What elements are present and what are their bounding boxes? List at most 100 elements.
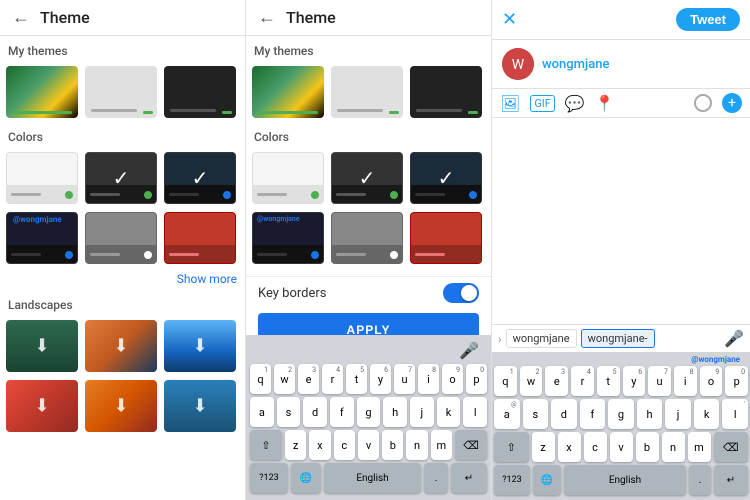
- key-d-p2[interactable]: d: [303, 397, 327, 427]
- p3-key-w[interactable]: w2: [520, 366, 543, 396]
- custom-theme-cell-3[interactable]: [164, 66, 236, 118]
- landscape-cell-4[interactable]: ⬇: [6, 380, 78, 432]
- p3-key-k[interactable]: k: [694, 399, 720, 429]
- p3-key-g[interactable]: g: [608, 399, 634, 429]
- key-k-p2[interactable]: k: [437, 397, 461, 427]
- p3-key-l[interactable]: l': [722, 399, 748, 429]
- tweet-button[interactable]: Tweet: [676, 8, 740, 31]
- message-icon[interactable]: 💬: [565, 94, 585, 113]
- p3-key-x[interactable]: x: [558, 432, 581, 462]
- key-enter-p2[interactable]: ↵: [451, 463, 487, 493]
- key-y-p2[interactable]: y6: [370, 364, 391, 394]
- key-borders-toggle[interactable]: [443, 283, 479, 303]
- p2-custom-theme-3[interactable]: [410, 66, 482, 118]
- landscape-cell-1[interactable]: ⬇: [6, 320, 78, 372]
- p3-key-shift[interactable]: ⇧: [494, 432, 529, 462]
- p2-color-white[interactable]: [252, 152, 324, 204]
- p2-color-dark[interactable]: ✓: [331, 152, 403, 204]
- key-i-p2[interactable]: i8: [418, 364, 439, 394]
- key-n-p2[interactable]: n: [406, 430, 427, 460]
- key-v-p2[interactable]: v: [358, 430, 379, 460]
- p3-key-z[interactable]: z: [532, 432, 555, 462]
- mic-icon-p2[interactable]: 🎤: [250, 341, 487, 360]
- p3-key-d[interactable]: d: [551, 399, 577, 429]
- show-more-link[interactable]: Show more: [0, 268, 245, 290]
- p3-key-q[interactable]: q1: [494, 366, 517, 396]
- color-theme-dark-blue[interactable]: ✓: [164, 152, 236, 204]
- p3-key-u[interactable]: u7: [648, 366, 671, 396]
- key-num-p2[interactable]: ?123: [250, 463, 288, 493]
- key-b-p2[interactable]: b: [382, 430, 403, 460]
- key-c-p2[interactable]: c: [334, 430, 355, 460]
- key-u-p2[interactable]: u7: [394, 364, 415, 394]
- suggestion-2[interactable]: wongmjane-: [581, 329, 655, 348]
- key-l-p2[interactable]: l: [463, 397, 487, 427]
- key-j-p2[interactable]: j: [410, 397, 434, 427]
- close-icon[interactable]: ✕: [502, 9, 517, 30]
- key-g-p2[interactable]: g: [357, 397, 381, 427]
- key-t-p2[interactable]: t5: [346, 364, 367, 394]
- image-icon[interactable]: 🖼: [500, 94, 520, 113]
- p2-color-custom1[interactable]: @wongmjane: [252, 212, 324, 264]
- p3-key-globe[interactable]: 🌐: [533, 465, 561, 495]
- p3-key-enter[interactable]: ↵: [714, 465, 748, 495]
- key-w-p2[interactable]: w2: [274, 364, 295, 394]
- p2-custom-theme-1[interactable]: [252, 66, 324, 118]
- key-a-p2[interactable]: a: [250, 397, 274, 427]
- p3-key-del[interactable]: ⌫: [714, 432, 749, 462]
- add-tweet-button[interactable]: +: [722, 93, 742, 113]
- p3-key-i[interactable]: i8: [674, 366, 697, 396]
- color-theme-red[interactable]: [164, 212, 236, 264]
- key-o-p2[interactable]: o9: [442, 364, 463, 394]
- key-f-p2[interactable]: f: [330, 397, 354, 427]
- p3-key-v[interactable]: v: [610, 432, 633, 462]
- p2-color-gray[interactable]: [331, 212, 403, 264]
- key-dot-p2[interactable]: .: [424, 463, 448, 493]
- p3-key-f[interactable]: f: [580, 399, 606, 429]
- p3-key-num[interactable]: ?123: [494, 465, 530, 495]
- gif-icon[interactable]: GIF: [530, 95, 555, 112]
- p2-custom-theme-2[interactable]: [331, 66, 403, 118]
- p3-key-e[interactable]: e3: [545, 366, 568, 396]
- landscape-cell-6[interactable]: ⬇: [164, 380, 236, 432]
- p3-key-c[interactable]: c: [584, 432, 607, 462]
- p3-key-space[interactable]: English: [564, 465, 686, 495]
- p3-key-h[interactable]: h: [637, 399, 663, 429]
- suggestion-1[interactable]: wongmjane: [506, 329, 577, 348]
- back-icon-2[interactable]: ←: [258, 7, 276, 28]
- color-theme-custom1[interactable]: @wongmjane: [6, 212, 78, 264]
- p3-key-y[interactable]: y6: [623, 366, 646, 396]
- key-shift-p2[interactable]: ⇧: [250, 430, 282, 460]
- key-q-p2[interactable]: q1: [250, 364, 271, 394]
- custom-theme-cell-1[interactable]: [6, 66, 78, 118]
- p3-key-n[interactable]: n: [662, 432, 685, 462]
- p3-key-a[interactable]: a@: [494, 399, 520, 429]
- landscape-cell-3[interactable]: ⬇: [164, 320, 236, 372]
- location-icon[interactable]: 📍: [595, 94, 615, 113]
- color-theme-white[interactable]: [6, 152, 78, 204]
- p3-key-s[interactable]: s: [523, 399, 549, 429]
- key-p-p2[interactable]: p0: [466, 364, 487, 394]
- color-theme-dark[interactable]: ✓: [85, 152, 157, 204]
- key-r-p2[interactable]: r4: [322, 364, 343, 394]
- custom-theme-cell-2[interactable]: [85, 66, 157, 118]
- key-z-p2[interactable]: z: [285, 430, 306, 460]
- p3-key-b[interactable]: b: [636, 432, 659, 462]
- key-e-p2[interactable]: e3: [298, 364, 319, 394]
- p2-color-red[interactable]: [410, 212, 482, 264]
- landscape-cell-2[interactable]: ⬇: [85, 320, 157, 372]
- key-s-p2[interactable]: s: [277, 397, 301, 427]
- key-h-p2[interactable]: h: [383, 397, 407, 427]
- landscape-cell-5[interactable]: ⬇: [85, 380, 157, 432]
- key-globe-p2[interactable]: 🌐: [291, 463, 321, 493]
- back-icon-1[interactable]: ←: [12, 7, 30, 28]
- p3-key-dot[interactable]: .: [689, 465, 711, 495]
- mic-icon-p3[interactable]: 🎤: [724, 329, 744, 348]
- p2-color-dark-blue[interactable]: ✓: [410, 152, 482, 204]
- p3-key-o[interactable]: o9: [700, 366, 723, 396]
- p3-key-p[interactable]: p0: [725, 366, 748, 396]
- p3-key-j[interactable]: j: [665, 399, 691, 429]
- p3-key-m[interactable]: m: [688, 432, 711, 462]
- key-m-p2[interactable]: m: [431, 430, 452, 460]
- key-del-p2[interactable]: ⌫: [455, 430, 487, 460]
